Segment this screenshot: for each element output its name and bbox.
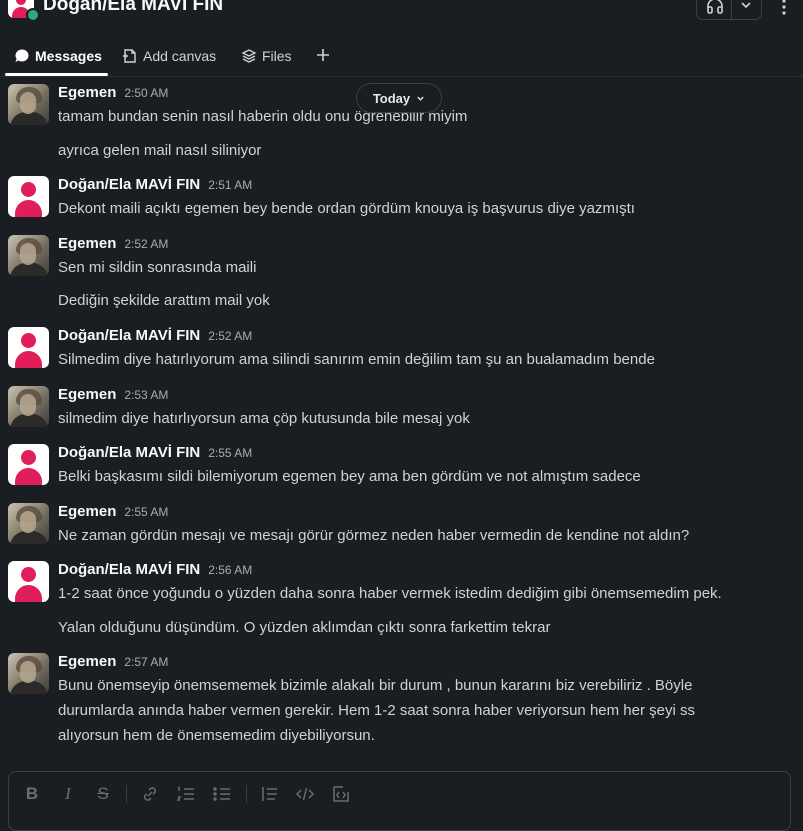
presence-indicator [26,8,40,22]
user-avatar[interactable] [8,176,49,217]
message-text: ayrıca gelen mail nasıl siliniyor [58,142,262,159]
chevron-down-icon[interactable] [740,0,752,11]
canvas-icon [123,49,136,63]
message-text: Dekont maili açıktı egemen bey bende ord… [58,200,635,217]
date-label: Today [372,90,411,106]
message-timestamp[interactable]: 2:52 AM [208,329,252,343]
active-tab-indicator [5,73,108,76]
message-author[interactable]: Doğan/Ela MAVİ FIN 2:52 AM [58,327,252,344]
message-author[interactable]: Doğan/Ela MAVİ FIN 2:56 AM [58,561,252,578]
ordered-list-icon[interactable] [176,784,196,804]
channel-tabs: Messages Add canvas Files [0,38,803,76]
user-avatar[interactable] [8,84,49,125]
tab-messages[interactable]: Messages [14,46,102,66]
message-author[interactable]: Egemen 2:55 AM [58,503,168,520]
message-text: alıyorsun hem de önemsemedim diyebiliyor… [58,727,375,744]
message-text: Silmedim diye hatırlıyorum ama silindi s… [58,351,655,368]
tab-files[interactable]: Files [241,46,292,66]
user-avatar[interactable] [8,561,49,602]
avatar-head [16,0,26,5]
message-text: Sen mi sildin sonrasında maili [58,259,257,276]
channel-header: Doğan/Ela MAVİ FIN Messages Add canvas F… [0,0,803,77]
tab-add-canvas[interactable]: Add canvas [122,46,216,66]
link-icon[interactable] [140,784,160,804]
huddle-button[interactable] [696,0,762,20]
message-timestamp[interactable]: 2:55 AM [208,446,252,460]
message-author[interactable]: Doğan/Ela MAVİ FIN 2:55 AM [58,444,252,461]
strikethrough-icon[interactable]: S [94,784,112,804]
message-text: 1-2 saat önce yoğundu o yüzden daha sonr… [58,585,722,602]
tab-label: Add canvas [143,48,217,64]
toolbar-separator [126,785,127,803]
files-layers-icon [241,49,257,63]
message-timestamp[interactable]: 2:56 AM [208,563,252,577]
code-icon[interactable] [295,784,315,804]
add-tab-icon[interactable] [314,46,332,64]
message-author[interactable]: Egemen 2:50 AM [58,84,168,101]
message-text: durumlarda anında haber vermen gerekir. … [58,702,695,719]
message-author[interactable]: Egemen 2:57 AM [58,653,168,670]
message-text: Belki başkasımı sildi bilemiyorum egemen… [58,468,641,485]
user-avatar[interactable] [8,235,49,276]
italic-icon[interactable]: I [59,784,77,804]
chevron-down-icon [417,96,424,101]
message-text: Dediğin şekilde arattım mail yok [58,292,270,309]
bulleted-list-icon[interactable] [212,784,232,804]
message-author[interactable]: Egemen 2:52 AM [58,235,168,252]
message-timestamp[interactable]: 2:51 AM [208,178,252,192]
message-timestamp[interactable]: 2:52 AM [124,237,168,251]
message-timestamp[interactable]: 2:55 AM [124,505,168,519]
message-timestamp[interactable]: 2:57 AM [124,655,168,669]
message-timestamp[interactable]: 2:50 AM [124,86,168,100]
tab-label: Messages [35,48,102,64]
bold-icon[interactable]: B [23,784,41,804]
more-options-icon[interactable] [781,0,787,16]
message-bubble-icon [15,49,29,62]
message-text: Yalan olduğunu düşündüm. O yüzden aklımd… [58,619,551,636]
date-divider-button[interactable]: Today [356,83,442,113]
message-timestamp[interactable]: 2:53 AM [124,388,168,402]
message-text: Bunu önemseyip önemsememek bizimle alaka… [58,677,693,694]
user-avatar[interactable] [8,653,49,694]
user-avatar[interactable] [8,327,49,368]
message-author[interactable]: Doğan/Ela MAVİ FIN 2:51 AM [58,176,252,193]
message-author[interactable]: Egemen 2:53 AM [58,386,168,403]
message-composer[interactable]: B I S [8,771,791,831]
user-avatar[interactable] [8,444,49,485]
tab-label: Files [262,48,292,64]
code-block-icon[interactable] [331,784,351,804]
huddle-separator [731,0,732,19]
headphones-icon [707,0,723,14]
toolbar-separator [246,785,247,803]
message-text: Ne zaman gördün mesajı ve mesajı görür g… [58,527,690,544]
blockquote-icon[interactable] [260,784,280,804]
user-avatar[interactable] [8,386,49,427]
message-text: silmedim diye hatırlıyorsun ama çöp kutu… [58,410,470,427]
channel-title[interactable]: Doğan/Ela MAVİ FIN [43,0,223,16]
user-avatar[interactable] [8,503,49,544]
